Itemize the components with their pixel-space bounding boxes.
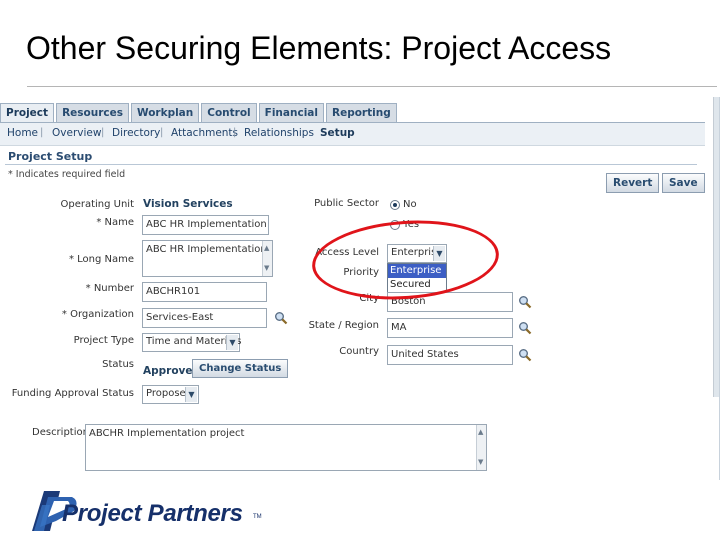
save-button[interactable]: Save: [662, 173, 705, 193]
long-name-value: ABC HR Implementation: [146, 244, 267, 255]
description-value: ABCHR Implementation project: [89, 428, 245, 439]
chevron-down-icon: ▼: [185, 387, 197, 402]
public-sector-no-label: No: [403, 199, 417, 210]
organization-field[interactable]: Services-East: [142, 308, 267, 328]
tab-project[interactable]: Project: [0, 103, 55, 122]
funding-approval-status-label: Funding Approval Status: [11, 388, 134, 399]
subnav-overview[interactable]: Overview: [52, 127, 101, 139]
subnav-relationships[interactable]: Relationships: [244, 127, 314, 139]
subnav-separator: |: [40, 127, 44, 138]
city-search-icon[interactable]: [518, 295, 532, 309]
sub-navigation: Home | Overview | Directory | Attachment…: [0, 122, 705, 146]
name-field[interactable]: ABC HR Implementation: [142, 215, 269, 235]
number-field[interactable]: ABCHR101: [142, 282, 267, 302]
operating-unit-value: Vision Services: [143, 198, 233, 210]
subnav-separator: |: [233, 127, 237, 138]
tab-reporting[interactable]: Reporting: [325, 103, 397, 122]
scroll-down-icon: ▼: [478, 458, 484, 466]
subnav-home[interactable]: Home: [7, 127, 38, 139]
subnav-separator: |: [101, 127, 105, 138]
subnav-attachments[interactable]: Attachments: [171, 127, 238, 139]
name-label: * Name: [96, 217, 134, 228]
revert-button[interactable]: Revert: [606, 173, 660, 193]
subnav-directory[interactable]: Directory: [112, 127, 160, 139]
scroll-up-icon: ▲: [264, 244, 270, 252]
subnav-separator: |: [160, 127, 164, 138]
public-sector-label: Public Sector: [314, 198, 379, 209]
operating-unit-label: Operating Unit: [60, 199, 134, 210]
tab-workplan[interactable]: Workplan: [130, 103, 200, 122]
status-label: Status: [102, 359, 134, 370]
project-type-label: Project Type: [73, 335, 134, 346]
state-region-label: State / Region: [308, 320, 379, 331]
state-region-field[interactable]: MA: [387, 318, 513, 338]
project-type-select[interactable]: Time and Materials ▼: [142, 333, 241, 352]
funding-approval-status-select[interactable]: Proposed ▼: [142, 385, 199, 404]
description-label: Description: [32, 427, 89, 438]
long-name-field[interactable]: ABC HR Implementation ▲ ▼: [142, 240, 273, 277]
chevron-down-icon: ▼: [226, 335, 238, 350]
long-name-label: * Long Name: [68, 254, 134, 265]
heading-divider: [5, 164, 697, 165]
country-label: Country: [339, 346, 379, 357]
public-sector-no-radio[interactable]: [390, 200, 400, 210]
page-scrollbar[interactable]: [713, 97, 719, 397]
scroll-down-icon: ▼: [264, 264, 270, 272]
country-search-icon[interactable]: [518, 348, 532, 362]
state-search-icon[interactable]: [518, 321, 532, 335]
number-label: * Number: [85, 283, 134, 294]
country-field[interactable]: United States: [387, 345, 513, 365]
title-divider: [27, 86, 717, 87]
required-field-note: * Indicates required field: [8, 169, 126, 180]
tab-financial[interactable]: Financial: [258, 103, 324, 122]
main-tabs: Project Resources Workplan Control Finan…: [0, 103, 399, 122]
long-name-scrollbar[interactable]: ▲ ▼: [262, 241, 272, 276]
page-heading: Project Setup: [8, 150, 93, 163]
logo-text: Project Partners: [62, 500, 243, 527]
description-field[interactable]: ABCHR Implementation project ▲ ▼: [85, 424, 487, 471]
tab-control[interactable]: Control: [201, 103, 257, 122]
scroll-up-icon: ▲: [478, 428, 484, 436]
description-scrollbar[interactable]: ▲ ▼: [476, 425, 486, 470]
organization-search-icon[interactable]: [274, 311, 288, 325]
logo-trademark: TM: [253, 514, 262, 520]
organization-label: * Organization: [61, 309, 134, 320]
change-status-button[interactable]: Change Status: [192, 359, 289, 378]
slide-title: Other Securing Elements: Project Access: [26, 30, 612, 66]
subnav-setup[interactable]: Setup: [320, 127, 355, 139]
tab-resources[interactable]: Resources: [56, 103, 129, 122]
